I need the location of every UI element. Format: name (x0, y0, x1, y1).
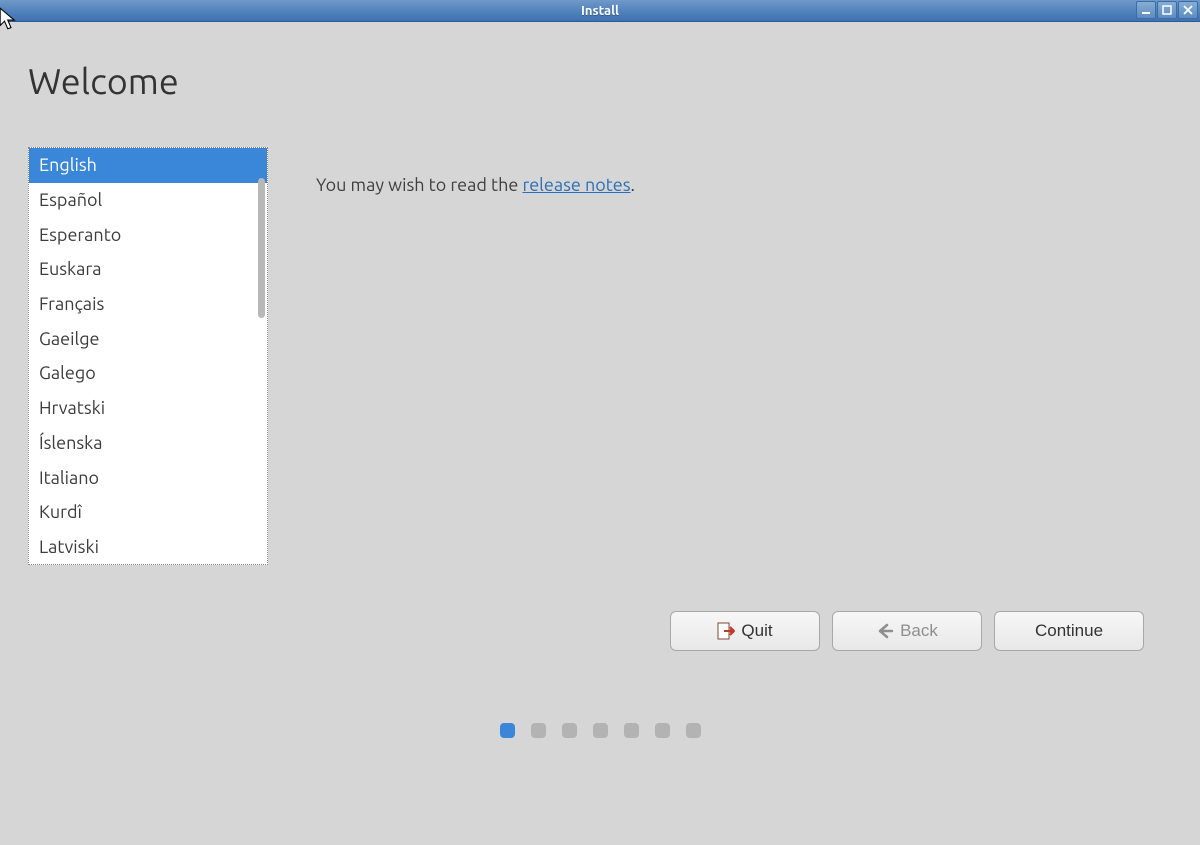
step-dot (500, 723, 515, 738)
quit-button[interactable]: Quit (670, 611, 820, 651)
language-option[interactable]: Esperanto (29, 217, 267, 252)
minimize-icon (1140, 4, 1152, 16)
page-heading: Welcome (28, 60, 1172, 101)
language-list[interactable]: EnglishEspañolEsperantoEuskaraFrançaisGa… (28, 147, 268, 565)
maximize-button[interactable] (1157, 1, 1177, 19)
window-title: Install (581, 4, 619, 18)
info-prefix: You may wish to read the (316, 175, 522, 195)
button-row: Quit Back Continue (28, 611, 1172, 651)
language-option[interactable]: Italiano (29, 460, 267, 495)
back-label: Back (900, 621, 938, 641)
release-notes-text: You may wish to read the release notes. (316, 175, 635, 195)
step-dot (593, 723, 608, 738)
close-button[interactable] (1178, 1, 1198, 19)
step-dot (562, 723, 577, 738)
step-dot (624, 723, 639, 738)
release-notes-link[interactable]: release notes (522, 175, 630, 195)
page-content: Welcome EnglishEspañolEsperantoEuskaraFr… (0, 22, 1200, 738)
quit-label: Quit (741, 621, 772, 641)
language-option[interactable]: English (29, 148, 267, 183)
quit-icon (717, 622, 735, 640)
window-titlebar: Install (0, 0, 1200, 22)
back-arrow-icon (876, 622, 894, 640)
language-option[interactable]: Íslenska (29, 426, 267, 461)
step-dot (686, 723, 701, 738)
step-dot (655, 723, 670, 738)
maximize-icon (1161, 4, 1173, 16)
language-option[interactable]: Kurdî (29, 495, 267, 530)
info-suffix: . (631, 175, 635, 195)
step-indicator (28, 723, 1172, 738)
continue-label: Continue (1035, 621, 1103, 641)
minimize-button[interactable] (1136, 1, 1156, 19)
language-option[interactable]: Euskara (29, 252, 267, 287)
language-option[interactable]: Français (29, 287, 267, 322)
step-dot (531, 723, 546, 738)
window-controls (1136, 1, 1198, 19)
continue-button[interactable]: Continue (994, 611, 1144, 651)
language-option[interactable]: Galego (29, 356, 267, 391)
main-row: EnglishEspañolEsperantoEuskaraFrançaisGa… (28, 147, 1172, 565)
back-button[interactable]: Back (832, 611, 982, 651)
close-icon (1182, 4, 1194, 16)
scrollbar-thumb[interactable] (258, 178, 265, 318)
language-option[interactable]: Hrvatski (29, 391, 267, 426)
language-option[interactable]: Español (29, 183, 267, 218)
language-option[interactable]: Latviski (29, 530, 267, 564)
language-option[interactable]: Gaeilge (29, 321, 267, 356)
